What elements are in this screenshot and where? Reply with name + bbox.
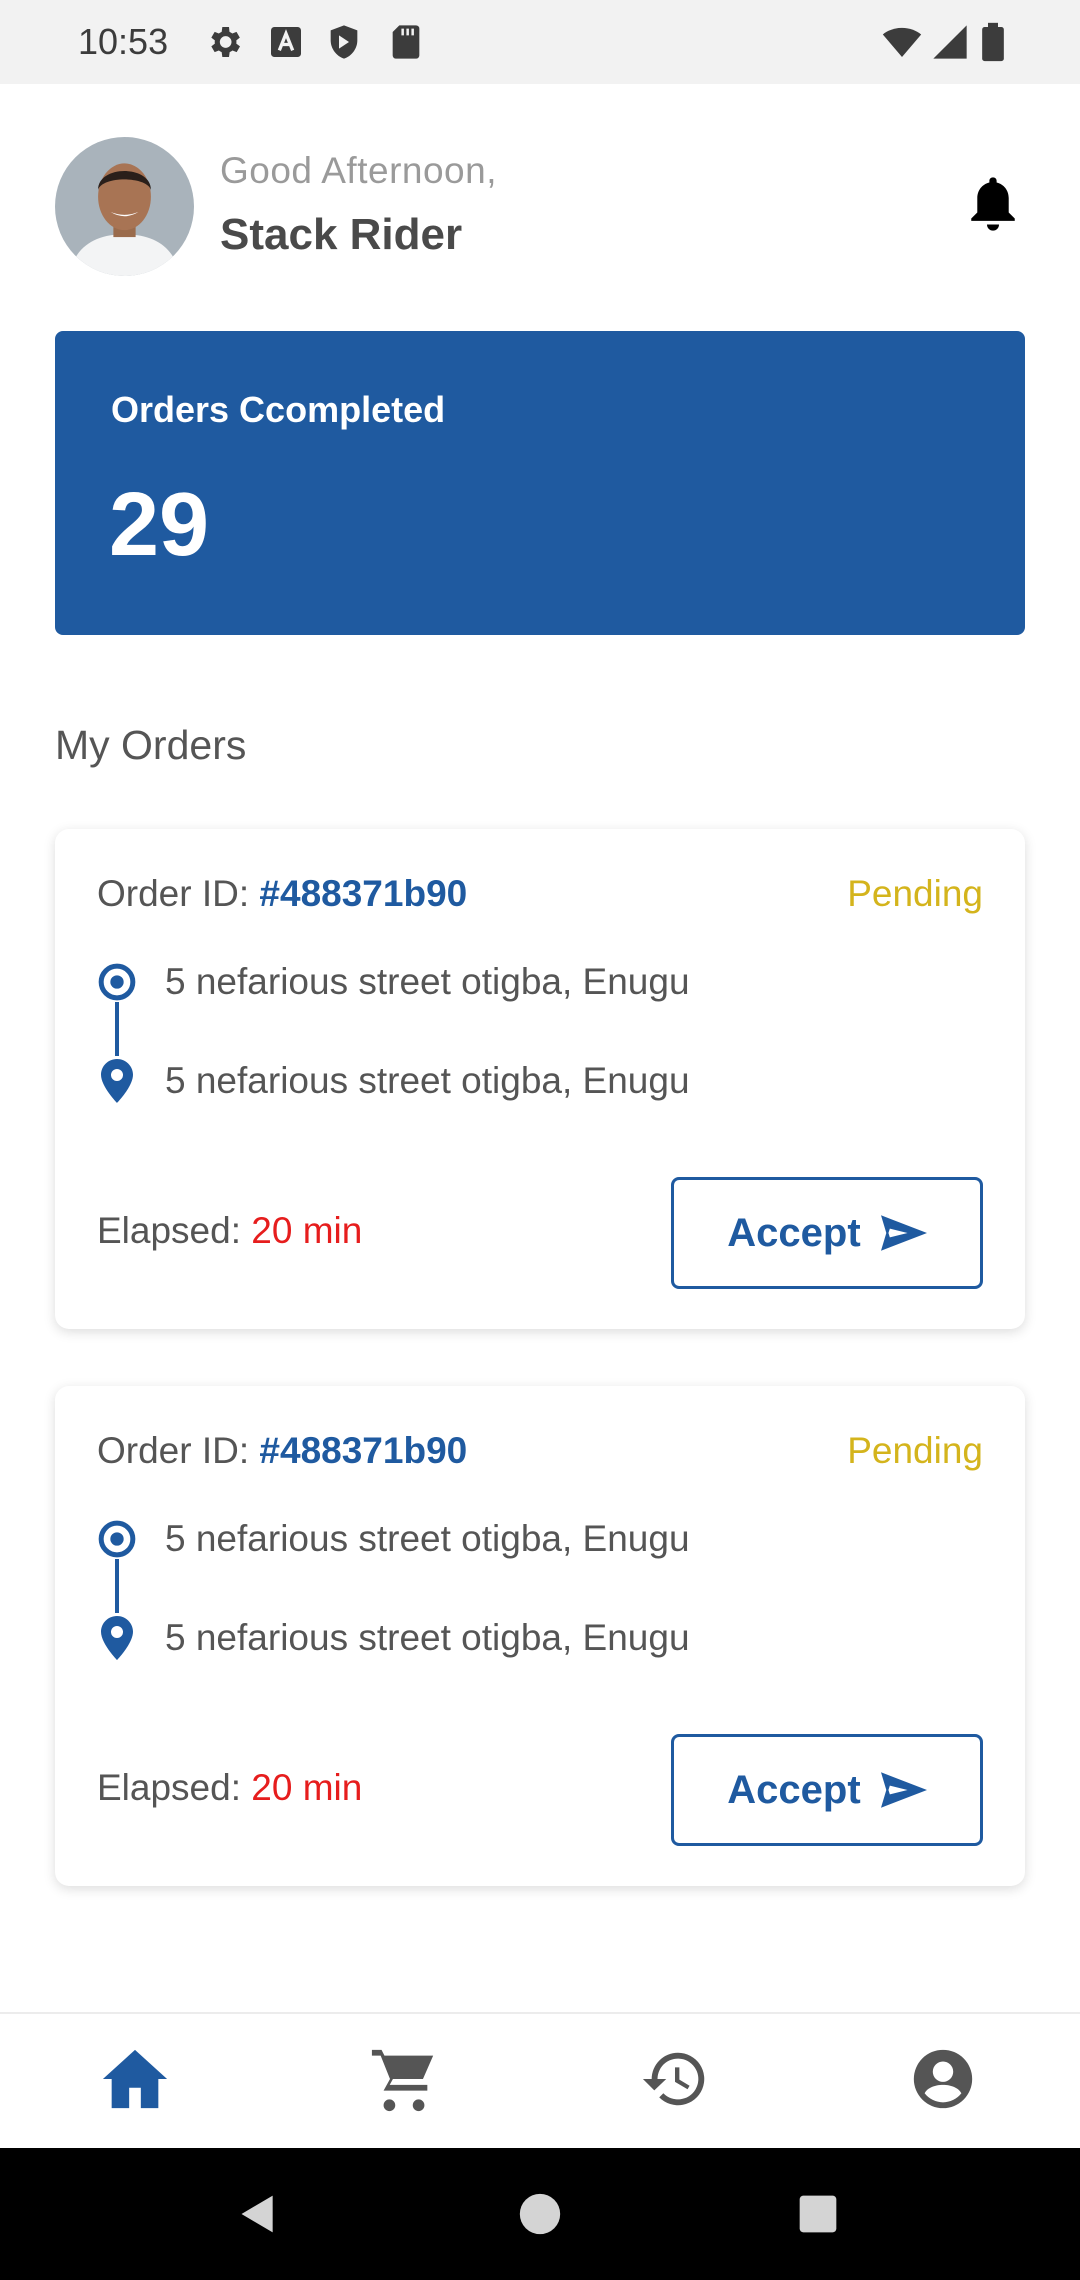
order-id-value: #488371b90 [259, 1430, 468, 1471]
nav-profile[interactable] [908, 2044, 978, 2114]
home-circle-icon[interactable] [518, 2192, 562, 2236]
elapsed-value: 20 min [251, 1767, 363, 1808]
accept-button-label: Accept [727, 1767, 861, 1812]
origin-target-icon [97, 962, 137, 1002]
shield-icon [324, 22, 364, 62]
accept-button-label: Accept [727, 1210, 861, 1255]
origin-target-icon [97, 1519, 137, 1559]
my-orders-title: My Orders [55, 722, 247, 768]
system-navigation-bar [0, 2148, 1080, 2280]
nav-history[interactable] [640, 2044, 710, 2114]
profile-icon [913, 2049, 973, 2109]
destination-pin-icon [101, 1059, 133, 1103]
signal-icon [930, 22, 970, 62]
home-icon [102, 2049, 168, 2109]
order-status-badge: Pending [847, 873, 983, 914]
pickup-address: 5 nefarious street otigba, Enugu [165, 1518, 690, 1559]
bottom-navigation [0, 2012, 1080, 2148]
route-line [115, 1002, 119, 1056]
greeting-text: Good Afternoon, [220, 150, 497, 191]
order-id-label: Order ID: [97, 873, 250, 914]
history-icon [642, 2052, 705, 2106]
avatar[interactable] [55, 137, 194, 276]
cart-icon [371, 2049, 434, 2112]
order-id-row: Order ID: #488371b90 [97, 1430, 467, 1472]
settings-icon [204, 22, 244, 62]
orders-completed-label: Orders Ccompleted [111, 389, 446, 430]
route-line [115, 1559, 119, 1613]
username: Stack Rider [220, 210, 463, 259]
order-status-badge: Pending [847, 1430, 983, 1471]
elapsed-row: Elapsed: 20 min [97, 1767, 362, 1809]
elapsed-label: Elapsed: [97, 1767, 241, 1808]
wifi-icon [880, 22, 924, 62]
order-id-label: Order ID: [97, 1430, 250, 1471]
order-card: Order ID: #488371b90 Pending 5 nefarious… [55, 1386, 1025, 1886]
bell-icon[interactable] [964, 172, 1022, 236]
accept-button[interactable]: Accept [671, 1177, 983, 1289]
nav-home[interactable] [100, 2044, 170, 2114]
accept-button[interactable]: Accept [671, 1734, 983, 1846]
send-icon [880, 1772, 927, 1808]
elapsed-row: Elapsed: 20 min [97, 1210, 362, 1252]
battery-icon [978, 22, 1008, 62]
status-time: 10:53 [78, 21, 169, 62]
back-icon[interactable] [236, 2192, 280, 2236]
a-square-icon [266, 22, 306, 62]
sd-card-icon [386, 22, 426, 62]
send-icon [880, 1215, 927, 1251]
elapsed-label: Elapsed: [97, 1210, 241, 1251]
order-id-row: Order ID: #488371b90 [97, 873, 467, 915]
recents-icon[interactable] [796, 2192, 840, 2236]
nav-cart[interactable] [369, 2044, 439, 2114]
orders-completed-card: Orders Ccompleted 29 [55, 331, 1025, 635]
pickup-address: 5 nefarious street otigba, Enugu [165, 961, 690, 1002]
elapsed-value: 20 min [251, 1210, 363, 1251]
orders-completed-count: 29 [109, 475, 210, 575]
destination-pin-icon [101, 1616, 133, 1660]
order-id-value: #488371b90 [259, 873, 468, 914]
order-card: Order ID: #488371b90 Pending 5 nefarious… [55, 829, 1025, 1329]
dropoff-address: 5 nefarious street otigba, Enugu [165, 1060, 690, 1101]
dropoff-address: 5 nefarious street otigba, Enugu [165, 1617, 690, 1658]
status-bar: 10:53 [0, 0, 1080, 84]
